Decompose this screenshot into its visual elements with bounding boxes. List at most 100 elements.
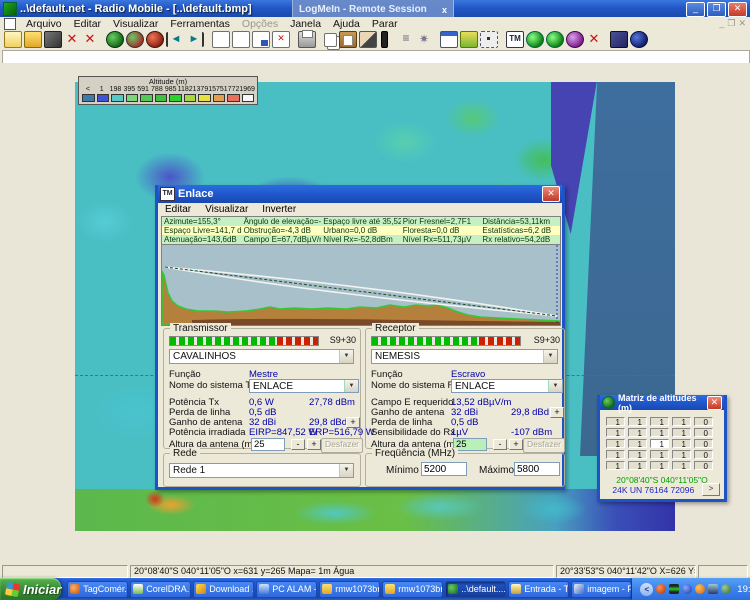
- chevron-down-icon[interactable]: ▼: [344, 380, 358, 392]
- menu-visualizar[interactable]: Visualizar: [107, 18, 164, 30]
- grayscale-bar-icon[interactable]: [381, 31, 388, 48]
- tx-height-minus-button[interactable]: -: [291, 439, 305, 450]
- new-picture-icon[interactable]: [212, 31, 230, 48]
- menu-editar[interactable]: Editar: [68, 18, 107, 30]
- goto-end-icon[interactable]: [186, 32, 204, 47]
- chevron-down-icon[interactable]: ▼: [543, 350, 557, 363]
- freq-min-input[interactable]: [421, 462, 467, 476]
- unit-green2-icon[interactable]: [546, 31, 564, 48]
- chevron-down-icon[interactable]: ▼: [339, 464, 353, 477]
- options-gear-icon[interactable]: [416, 32, 432, 47]
- rx-antenna-height-input[interactable]: [453, 438, 487, 451]
- menu-ajuda[interactable]: Ajuda: [327, 18, 366, 30]
- rx-undo-button[interactable]: Desfazer: [523, 438, 565, 453]
- walker-icon[interactable]: [460, 31, 478, 48]
- menu-arquivo[interactable]: Arquivo: [20, 18, 68, 30]
- world-map-icon[interactable]: [106, 31, 124, 48]
- world-properties-icon[interactable]: [146, 31, 164, 48]
- new-network-icon[interactable]: [4, 31, 22, 48]
- toolbar: [0, 30, 750, 49]
- altitude-grid: 11110 11110 11110 11110 11110: [606, 417, 718, 472]
- unit-purple-icon[interactable]: [566, 31, 584, 48]
- grid-cell[interactable]: 1: [606, 417, 625, 426]
- tx-antenna-height-input[interactable]: [251, 438, 285, 451]
- taskbar-item-download[interactable]: Download ...: [193, 581, 254, 598]
- delete-red-icon[interactable]: [586, 32, 602, 47]
- mdi-child-icon[interactable]: [4, 18, 16, 30]
- menu-janela[interactable]: Janela: [284, 18, 327, 30]
- close-button[interactable]: ✕: [728, 2, 747, 17]
- menu-opcoes[interactable]: Opções: [236, 18, 284, 30]
- tray-network-icon[interactable]: [721, 584, 731, 594]
- delete-unit-icon[interactable]: [64, 32, 80, 47]
- menu-parar[interactable]: Parar: [366, 18, 404, 30]
- cut-red-icon[interactable]: [82, 32, 98, 47]
- matriz-titlebar[interactable]: Matriz de altitudes (m) ✕: [600, 395, 724, 410]
- window-icon[interactable]: [440, 31, 458, 48]
- print-icon[interactable]: [298, 31, 316, 48]
- taskbar-item-entrada[interactable]: Entrada - T...: [508, 581, 569, 598]
- fullscreen-icon[interactable]: [480, 31, 498, 48]
- logmein-close-icon[interactable]: x: [442, 5, 447, 15]
- freq-max-input[interactable]: [514, 462, 560, 476]
- terrain-profile-chart[interactable]: [161, 244, 561, 326]
- save-picture-icon[interactable]: [252, 31, 270, 48]
- enlace-titlebar[interactable]: TM Enlace ✕: [158, 185, 562, 203]
- world-night-icon[interactable]: [630, 31, 648, 48]
- enlace-close-button[interactable]: ✕: [542, 186, 560, 202]
- world-coverage-icon[interactable]: [126, 31, 144, 48]
- grid-cell-selected[interactable]: 1: [650, 439, 669, 448]
- chevron-down-icon[interactable]: ▼: [548, 380, 562, 392]
- minimize-button[interactable]: _: [686, 2, 705, 17]
- start-button[interactable]: Iniciar: [0, 578, 61, 600]
- copy-icon[interactable]: [324, 33, 337, 47]
- open-network-icon[interactable]: [24, 31, 42, 48]
- taskbar-item-folder2[interactable]: rmw1073bra: [382, 581, 443, 598]
- enlace-menu-visualizar[interactable]: Visualizar: [198, 204, 255, 215]
- rx-station-combo[interactable]: NEMESIS▼: [371, 349, 558, 364]
- picture-properties-icon[interactable]: [232, 31, 250, 48]
- taskbar-item-pcalam[interactable]: PC ALAM - ...: [256, 581, 317, 598]
- link-results-table: Azimute=155,3° Ângulo de elevação=-1,050…: [161, 216, 561, 245]
- network-combo[interactable]: Rede 1▼: [169, 463, 354, 478]
- tray-moon-icon[interactable]: [682, 584, 692, 594]
- tray-trafficlight-icon[interactable]: [669, 584, 679, 594]
- taskbar-item-folder1[interactable]: rmw1073bra: [319, 581, 380, 598]
- taskbar-item-coreldraw[interactable]: CorelDRA...: [130, 581, 191, 598]
- chevron-down-icon[interactable]: ▼: [339, 350, 353, 363]
- paste-icon[interactable]: [339, 31, 357, 48]
- restore-button[interactable]: ❐: [707, 2, 726, 17]
- ruler-icon[interactable]: [398, 32, 414, 47]
- taskbar-clock: 19:02: [737, 584, 750, 595]
- rx-system-combo[interactable]: ENLACE▼: [451, 379, 563, 393]
- status-cursor-coords: 20°08'40"S 040°11'05"O x=631 y=265 Mapa=…: [130, 565, 554, 578]
- tray-ball-icon[interactable]: [695, 584, 705, 594]
- rx-antenna-plus-button[interactable]: +: [550, 407, 564, 418]
- taskbar-item-radiomobile[interactable]: ..\default....: [445, 581, 506, 598]
- rx-height-plus-button[interactable]: +: [509, 439, 523, 450]
- matriz-close-button[interactable]: ✕: [707, 396, 722, 410]
- save-network-icon[interactable]: [44, 31, 62, 48]
- tx-undo-button[interactable]: Desfazer: [321, 438, 363, 453]
- rx-height-minus-button[interactable]: -: [493, 439, 507, 450]
- tray-flame-icon[interactable]: [656, 584, 666, 594]
- enlace-menu-inverter[interactable]: Inverter: [255, 204, 303, 215]
- unit-green-icon[interactable]: [526, 31, 544, 48]
- tx-system-combo[interactable]: ENLACE▼: [249, 379, 359, 393]
- mdi-window-controls[interactable]: _❐✕: [719, 18, 750, 29]
- image-icon: [574, 584, 584, 594]
- menu-ferramentas[interactable]: Ferramentas: [164, 18, 236, 30]
- rm-tm-icon[interactable]: [506, 31, 524, 48]
- tray-collapse-icon[interactable]: <: [640, 583, 653, 596]
- tx-station-combo[interactable]: CAVALINHOS▼: [169, 349, 354, 364]
- tray-display-icon[interactable]: [708, 584, 718, 594]
- taskbar-item-tagcomer[interactable]: TagComér...: [67, 581, 128, 598]
- elevation-card-icon[interactable]: [610, 31, 628, 48]
- taskbar-item-imagem[interactable]: imagem - P...: [571, 581, 632, 598]
- goto-start-icon[interactable]: [166, 32, 184, 47]
- merge-picture-icon[interactable]: [359, 31, 377, 48]
- enlace-menu-editar[interactable]: Editar: [158, 204, 198, 215]
- matrix-next-button[interactable]: >: [702, 483, 720, 496]
- tx-height-plus-button[interactable]: +: [307, 439, 321, 450]
- delete-picture-icon[interactable]: [272, 31, 290, 48]
